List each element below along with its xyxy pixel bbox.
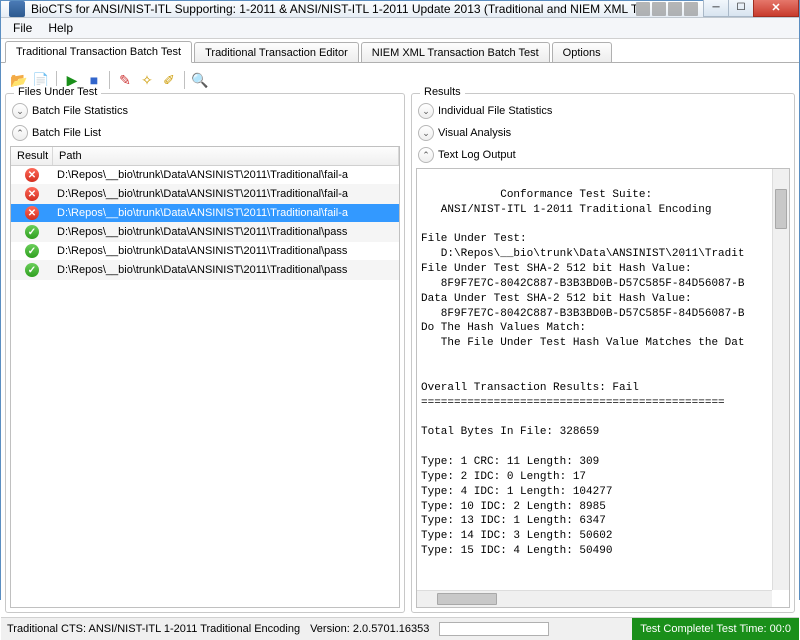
chevron-down-icon: ⌄: [418, 103, 434, 119]
file-list: Result Path ✕ D:\Repos\__bio\trunk\Data\A…: [10, 146, 400, 608]
scroll-thumb[interactable]: [775, 189, 787, 229]
table-row[interactable]: ✓ D:\Repos\__bio\trunk\Data\ANSINIST\2011…: [11, 242, 399, 261]
section-label: Visual Analysis: [438, 127, 511, 139]
close-button[interactable]: [753, 0, 799, 17]
tab-niem-batch-test[interactable]: NIEM XML Transaction Batch Test: [361, 42, 550, 63]
pass-icon: ✓: [25, 263, 39, 277]
tab-content: 📂 📄 ▶ ■ ✎ ✧ ✐ 🔍 Files Under Test ⌄ Batch…: [1, 62, 799, 617]
table-row[interactable]: ✓ D:\Repos\__bio\trunk\Data\ANSINIST\2011…: [11, 261, 399, 280]
clean-icon[interactable]: ✐: [159, 70, 179, 90]
table-row[interactable]: ✕ D:\Repos\__bio\trunk\Data\ANSINIST\2011…: [11, 185, 399, 204]
menu-help[interactable]: Help: [40, 18, 81, 38]
log-text: Conformance Test Suite: ANSI/NIST-ITL 1-…: [421, 189, 744, 557]
toolbar-separator: [184, 71, 185, 89]
col-result[interactable]: Result: [11, 147, 53, 165]
toolbar: 📂 📄 ▶ ■ ✎ ✧ ✐ 🔍: [5, 67, 795, 93]
maximize-button[interactable]: [728, 0, 754, 17]
horizontal-scrollbar[interactable]: [417, 590, 772, 607]
statusbar: Traditional CTS: ANSI/NIST-ITL 1-2011 Tr…: [1, 617, 799, 640]
search-icon[interactable]: 🔍: [190, 70, 210, 90]
menubar: File Help: [1, 18, 799, 39]
col-path[interactable]: Path: [53, 147, 399, 165]
file-path: D:\Repos\__bio\trunk\Data\ANSINIST\2011\…: [53, 226, 399, 238]
titlebar: BioCTS for ANSI/NIST-ITL Supporting: 1-2…: [1, 1, 799, 18]
text-log-output[interactable]: Conformance Test Suite: ANSI/NIST-ITL 1-…: [416, 168, 790, 608]
status-version: Version: 2.0.5701.16353: [310, 623, 429, 635]
minimize-button[interactable]: [703, 0, 729, 17]
results-group: Results ⌄ Individual File Statistics ⌄ V…: [411, 93, 795, 613]
toolbar-separator: [109, 71, 110, 89]
section-label: Batch File Statistics: [32, 105, 128, 117]
list-header: Result Path: [11, 147, 399, 166]
list-body: ✕ D:\Repos\__bio\trunk\Data\ANSINIST\2011…: [11, 166, 399, 607]
tab-transaction-editor[interactable]: Traditional Transaction Editor: [194, 42, 359, 63]
chevron-down-icon: ⌄: [418, 125, 434, 141]
file-path: D:\Repos\__bio\trunk\Data\ANSINIST\2011\…: [53, 188, 399, 200]
section-text-log[interactable]: ⌃ Text Log Output: [416, 144, 790, 166]
fail-icon: ✕: [25, 187, 39, 201]
section-batch-stats[interactable]: ⌄ Batch File Statistics: [10, 100, 400, 122]
table-row[interactable]: ✕ D:\Repos\__bio\trunk\Data\ANSINIST\2011…: [11, 204, 399, 223]
tabstrip: Traditional Transaction Batch Test Tradi…: [1, 39, 799, 63]
group-title: Results: [420, 86, 465, 98]
section-label: Batch File List: [32, 127, 101, 139]
tab-batch-test[interactable]: Traditional Transaction Batch Test: [5, 41, 192, 63]
section-visual-analysis[interactable]: ⌄ Visual Analysis: [416, 122, 790, 144]
file-path: D:\Repos\__bio\trunk\Data\ANSINIST\2011\…: [53, 264, 399, 276]
files-under-test-group: Files Under Test ⌄ Batch File Statistics…: [5, 93, 405, 613]
progress-bar: [439, 622, 549, 636]
file-path: D:\Repos\__bio\trunk\Data\ANSINIST\2011\…: [53, 245, 399, 257]
section-label: Text Log Output: [438, 149, 516, 161]
chevron-down-icon: ⌄: [12, 103, 28, 119]
app-icon: [9, 1, 25, 17]
section-batch-list[interactable]: ⌃ Batch File List: [10, 122, 400, 144]
vertical-scrollbar[interactable]: [772, 169, 789, 590]
fail-icon: ✕: [25, 206, 39, 220]
split-pane: Files Under Test ⌄ Batch File Statistics…: [5, 93, 795, 613]
wand-icon[interactable]: ✧: [137, 70, 157, 90]
tab-options[interactable]: Options: [552, 42, 612, 63]
pass-icon: ✓: [25, 244, 39, 258]
window-title: BioCTS for ANSI/NIST-ITL Supporting: 1-2…: [31, 2, 636, 16]
pass-icon: ✓: [25, 225, 39, 239]
table-row[interactable]: ✕ D:\Repos\__bio\trunk\Data\ANSINIST\2011…: [11, 166, 399, 185]
status-cts: Traditional CTS: ANSI/NIST-ITL 1-2011 Tr…: [7, 623, 300, 635]
scroll-thumb[interactable]: [437, 593, 497, 605]
file-path: D:\Repos\__bio\trunk\Data\ANSINIST\2011\…: [53, 207, 399, 219]
menu-file[interactable]: File: [5, 18, 40, 38]
section-label: Individual File Statistics: [438, 105, 552, 117]
file-path: D:\Repos\__bio\trunk\Data\ANSINIST\2011\…: [53, 169, 399, 181]
section-individual-stats[interactable]: ⌄ Individual File Statistics: [416, 100, 790, 122]
titlebar-sys-icons: [636, 2, 704, 16]
chevron-up-icon: ⌃: [12, 125, 28, 141]
fail-icon: ✕: [25, 168, 39, 182]
edit-icon[interactable]: ✎: [115, 70, 135, 90]
app-window: BioCTS for ANSI/NIST-ITL Supporting: 1-2…: [0, 0, 800, 600]
group-title: Files Under Test: [14, 86, 101, 98]
table-row[interactable]: ✓ D:\Repos\__bio\trunk\Data\ANSINIST\2011…: [11, 223, 399, 242]
status-complete: Test Complete! Test Time: 00:0: [632, 618, 799, 640]
chevron-up-icon: ⌃: [418, 147, 434, 163]
